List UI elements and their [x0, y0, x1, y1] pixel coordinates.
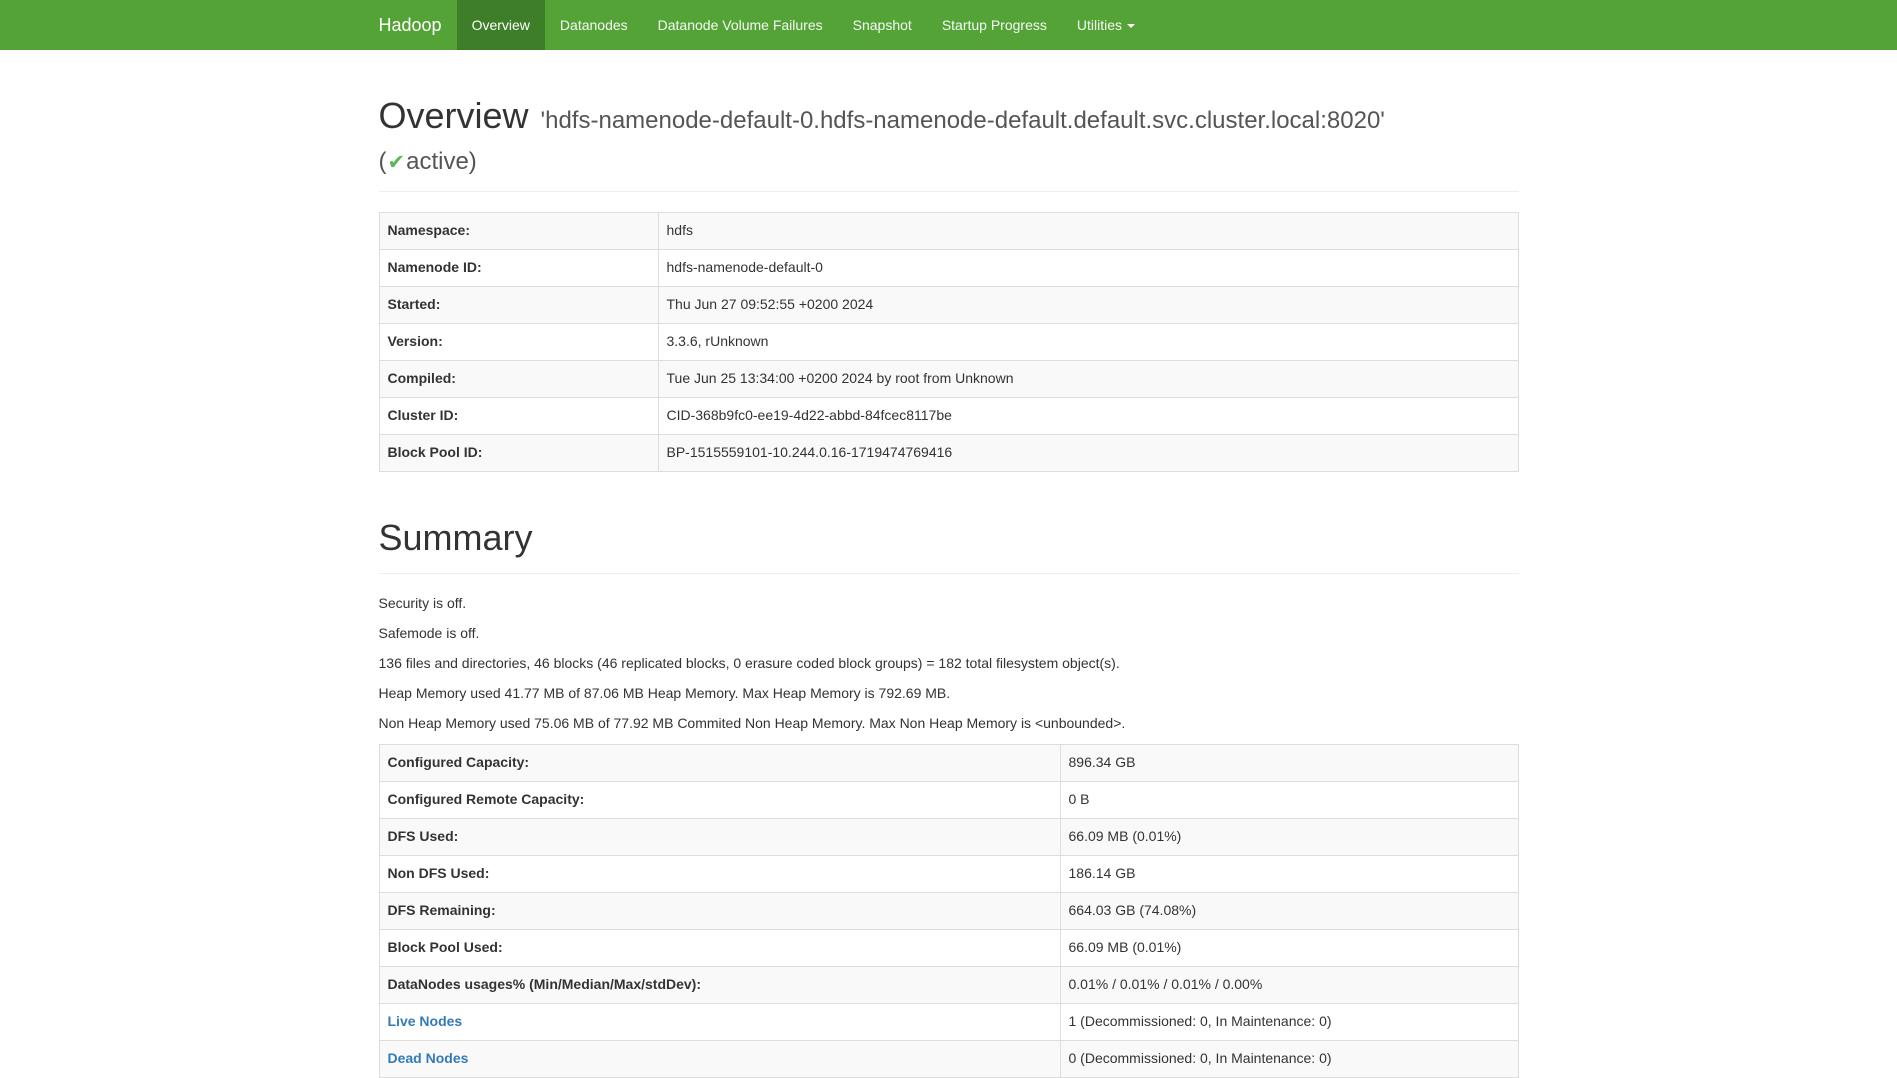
row-label: Live Nodes — [379, 1003, 1060, 1040]
row-label: Configured Capacity: — [379, 744, 1060, 781]
row-value: CID-368b9fc0-ee19-4d22-abbd-84fcec8117be — [658, 397, 1518, 434]
check-icon: ✔ — [387, 151, 407, 174]
nav-item: Startup Progress — [927, 0, 1062, 50]
overview-info-table: Namespace: hdfs Namenode ID: hdfs-nameno… — [379, 212, 1519, 472]
row-value: 66.09 MB (0.01%) — [1060, 818, 1518, 855]
row-value: hdfs-namenode-default-0 — [658, 249, 1518, 286]
page-title-line: Overview 'hdfs-namenode-default-0.hdfs-n… — [379, 90, 1519, 141]
status-text: active) — [406, 148, 477, 175]
navbar-menu: Overview Datanodes Datanode Volume Failu… — [457, 0, 1150, 50]
row-label: Namespace: — [379, 212, 658, 249]
nav-utilities-label: Utilities — [1077, 17, 1122, 33]
heap-memory-text: Heap Memory used 41.77 MB of 87.06 MB He… — [379, 684, 1519, 704]
row-label: Compiled: — [379, 360, 658, 397]
row-value: hdfs — [658, 212, 1518, 249]
table-row: DataNodes usages% (Min/Median/Max/stdDev… — [379, 966, 1518, 1003]
row-value: BP-1515559101-10.244.0.16-1719474769416 — [658, 434, 1518, 471]
table-row: Started: Thu Jun 27 09:52:55 +0200 2024 — [379, 286, 1518, 323]
table-row: Namespace: hdfs — [379, 212, 1518, 249]
summary-table: Configured Capacity: 896.34 GB Configure… — [379, 744, 1519, 1078]
row-value: 186.14 GB — [1060, 855, 1518, 892]
table-row: Block Pool ID: BP-1515559101-10.244.0.16… — [379, 434, 1518, 471]
nav-utilities-dropdown[interactable]: Utilities — [1062, 0, 1150, 50]
table-row: Configured Remote Capacity: 0 B — [379, 781, 1518, 818]
row-label: Configured Remote Capacity: — [379, 781, 1060, 818]
row-value: 0 (Decommissioned: 0, In Maintenance: 0) — [1060, 1040, 1518, 1077]
page-title: Overview — [379, 90, 529, 141]
namenode-status: (✔active) — [379, 145, 1519, 179]
row-value: 1 (Decommissioned: 0, In Maintenance: 0) — [1060, 1003, 1518, 1040]
table-row: Live Nodes 1 (Decommissioned: 0, In Main… — [379, 1003, 1518, 1040]
status-open-paren: ( — [379, 148, 387, 175]
divider — [379, 573, 1519, 574]
row-value: 3.3.6, rUnknown — [658, 323, 1518, 360]
row-label: Block Pool ID: — [379, 434, 658, 471]
table-row: Cluster ID: CID-368b9fc0-ee19-4d22-abbd-… — [379, 397, 1518, 434]
row-label: Dead Nodes — [379, 1040, 1060, 1077]
table-row: Block Pool Used: 66.09 MB (0.01%) — [379, 929, 1518, 966]
row-value: Thu Jun 27 09:52:55 +0200 2024 — [658, 286, 1518, 323]
table-row: Compiled: Tue Jun 25 13:34:00 +0200 2024… — [379, 360, 1518, 397]
main-content: Overview 'hdfs-namenode-default-0.hdfs-n… — [364, 90, 1534, 1078]
table-row: DFS Used: 66.09 MB (0.01%) — [379, 818, 1518, 855]
summary-heading: Summary — [379, 512, 1519, 563]
nav-overview[interactable]: Overview — [457, 0, 545, 50]
safemode-status-text: Safemode is off. — [379, 624, 1519, 644]
non-heap-memory-text: Non Heap Memory used 75.06 MB of 77.92 M… — [379, 714, 1519, 734]
row-value: 66.09 MB (0.01%) — [1060, 929, 1518, 966]
nav-item: Snapshot — [838, 0, 927, 50]
table-row: Non DFS Used: 186.14 GB — [379, 855, 1518, 892]
row-label: Namenode ID: — [379, 249, 658, 286]
nav-item: Datanode Volume Failures — [643, 0, 838, 50]
nav-startup-progress[interactable]: Startup Progress — [927, 0, 1062, 50]
row-label: Block Pool Used: — [379, 929, 1060, 966]
row-label: Non DFS Used: — [379, 855, 1060, 892]
nav-item: Utilities — [1062, 0, 1150, 50]
row-value: 664.03 GB (74.08%) — [1060, 892, 1518, 929]
page-header: Overview 'hdfs-namenode-default-0.hdfs-n… — [379, 90, 1519, 192]
navbar: Hadoop Overview Datanodes Datanode Volum… — [0, 0, 1897, 50]
table-row: Configured Capacity: 896.34 GB — [379, 744, 1518, 781]
row-value: Tue Jun 25 13:34:00 +0200 2024 by root f… — [658, 360, 1518, 397]
nav-item: Datanodes — [545, 0, 643, 50]
nav-item: Overview — [457, 0, 545, 50]
namenode-address: 'hdfs-namenode-default-0.hdfs-namenode-d… — [541, 104, 1385, 138]
row-label: Cluster ID: — [379, 397, 658, 434]
row-value: 0.01% / 0.01% / 0.01% / 0.00% — [1060, 966, 1518, 1003]
nav-datanode-volume-failures[interactable]: Datanode Volume Failures — [643, 0, 838, 50]
nav-datanodes[interactable]: Datanodes — [545, 0, 643, 50]
row-label: Started: — [379, 286, 658, 323]
table-row: Namenode ID: hdfs-namenode-default-0 — [379, 249, 1518, 286]
row-value: 896.34 GB — [1060, 744, 1518, 781]
live-nodes-link[interactable]: Live Nodes — [388, 1013, 463, 1029]
filesystem-objects-text: 136 files and directories, 46 blocks (46… — [379, 654, 1519, 674]
row-label: Version: — [379, 323, 658, 360]
dead-nodes-link[interactable]: Dead Nodes — [388, 1050, 469, 1066]
row-label: DataNodes usages% (Min/Median/Max/stdDev… — [379, 966, 1060, 1003]
row-value: 0 B — [1060, 781, 1518, 818]
row-label: DFS Used: — [379, 818, 1060, 855]
security-status-text: Security is off. — [379, 594, 1519, 614]
table-row: Version: 3.3.6, rUnknown — [379, 323, 1518, 360]
nav-snapshot[interactable]: Snapshot — [838, 0, 927, 50]
row-label: DFS Remaining: — [379, 892, 1060, 929]
table-row: Dead Nodes 0 (Decommissioned: 0, In Main… — [379, 1040, 1518, 1077]
brand-hadoop-link[interactable]: Hadoop — [379, 0, 457, 50]
caret-down-icon — [1127, 24, 1135, 28]
table-row: DFS Remaining: 664.03 GB (74.08%) — [379, 892, 1518, 929]
